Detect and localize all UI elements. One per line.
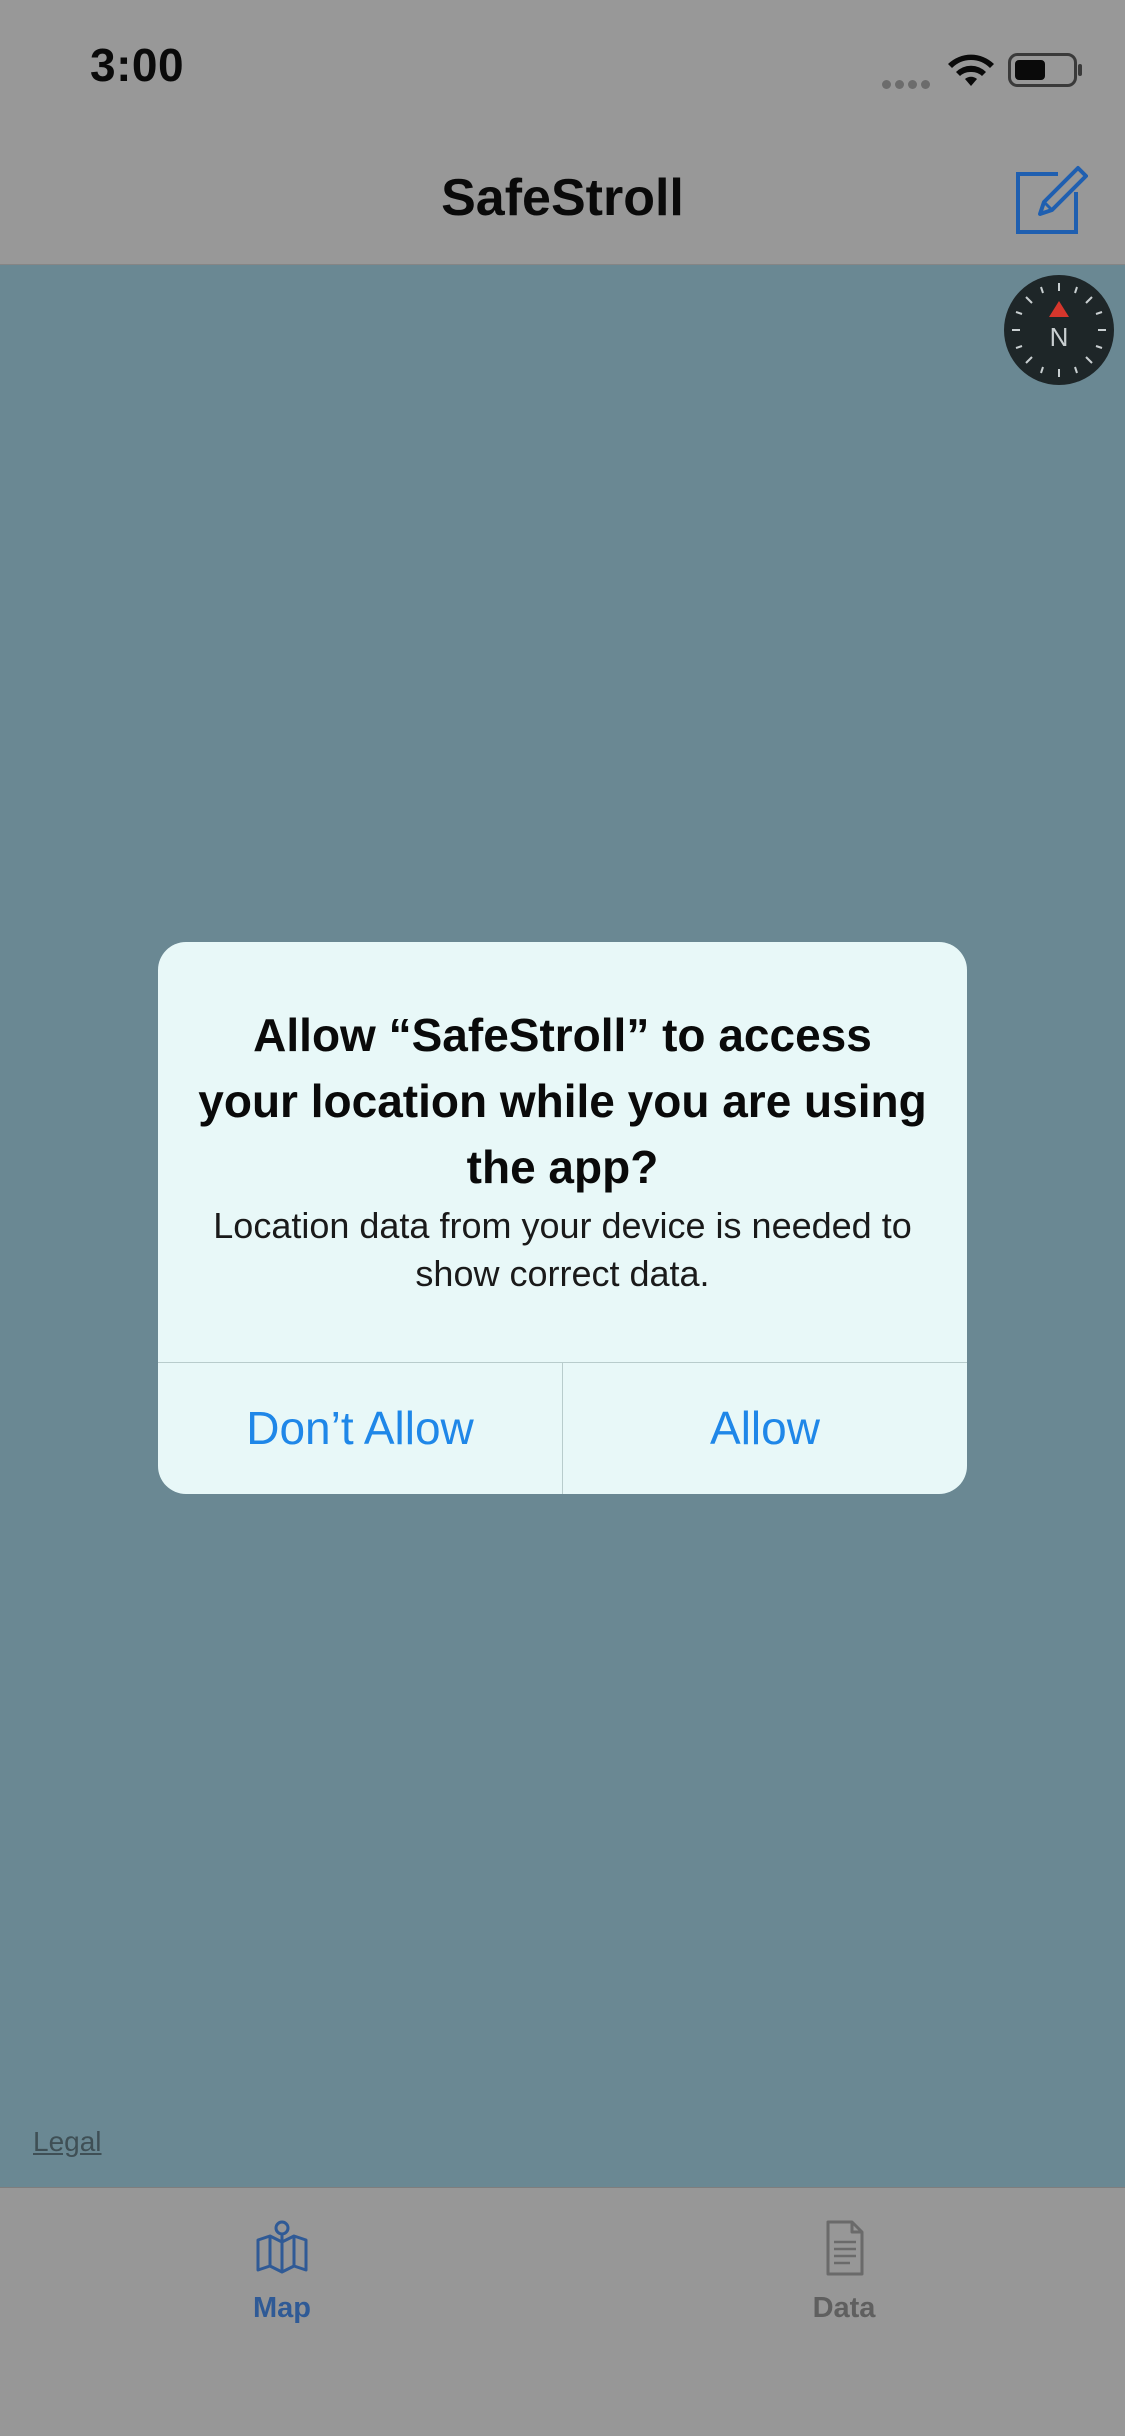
location-permission-alert: Allow “SafeStroll” to access your locati… <box>158 942 967 1494</box>
tab-data[interactable]: Data <box>694 2218 994 2348</box>
alert-title: Allow “SafeStroll” to access your locati… <box>198 1009 927 1193</box>
navigation-bar: SafeStroll <box>0 134 1125 265</box>
app-screen: 3:00 SafeStroll N Legal Map Data Allow “… <box>0 0 1125 2436</box>
compass-icon[interactable]: N <box>1002 273 1116 387</box>
compose-icon[interactable] <box>1010 160 1088 238</box>
status-bar: 3:00 <box>0 0 1125 134</box>
dont-allow-button[interactable]: Don’t Allow <box>158 1363 562 1494</box>
status-time: 3:00 <box>90 39 185 91</box>
document-icon <box>826 2220 864 2276</box>
tab-data-label: Data <box>812 2292 876 2324</box>
compass-label: N <box>1050 322 1069 352</box>
alert-message: Location data from your device is needed… <box>213 1205 912 1294</box>
tab-map[interactable]: Map <box>132 2218 432 2348</box>
map-icon <box>256 2220 308 2274</box>
allow-button[interactable]: Allow <box>563 1363 967 1494</box>
tab-map-label: Map <box>253 2292 311 2324</box>
wifi-icon <box>948 54 994 86</box>
page-title: SafeStroll <box>441 169 684 227</box>
cellular-signal-icon <box>882 76 934 89</box>
tab-bar: Map Data <box>0 2187 1125 2436</box>
legal-link[interactable]: Legal <box>33 2126 102 2158</box>
battery-icon <box>1008 53 1082 87</box>
